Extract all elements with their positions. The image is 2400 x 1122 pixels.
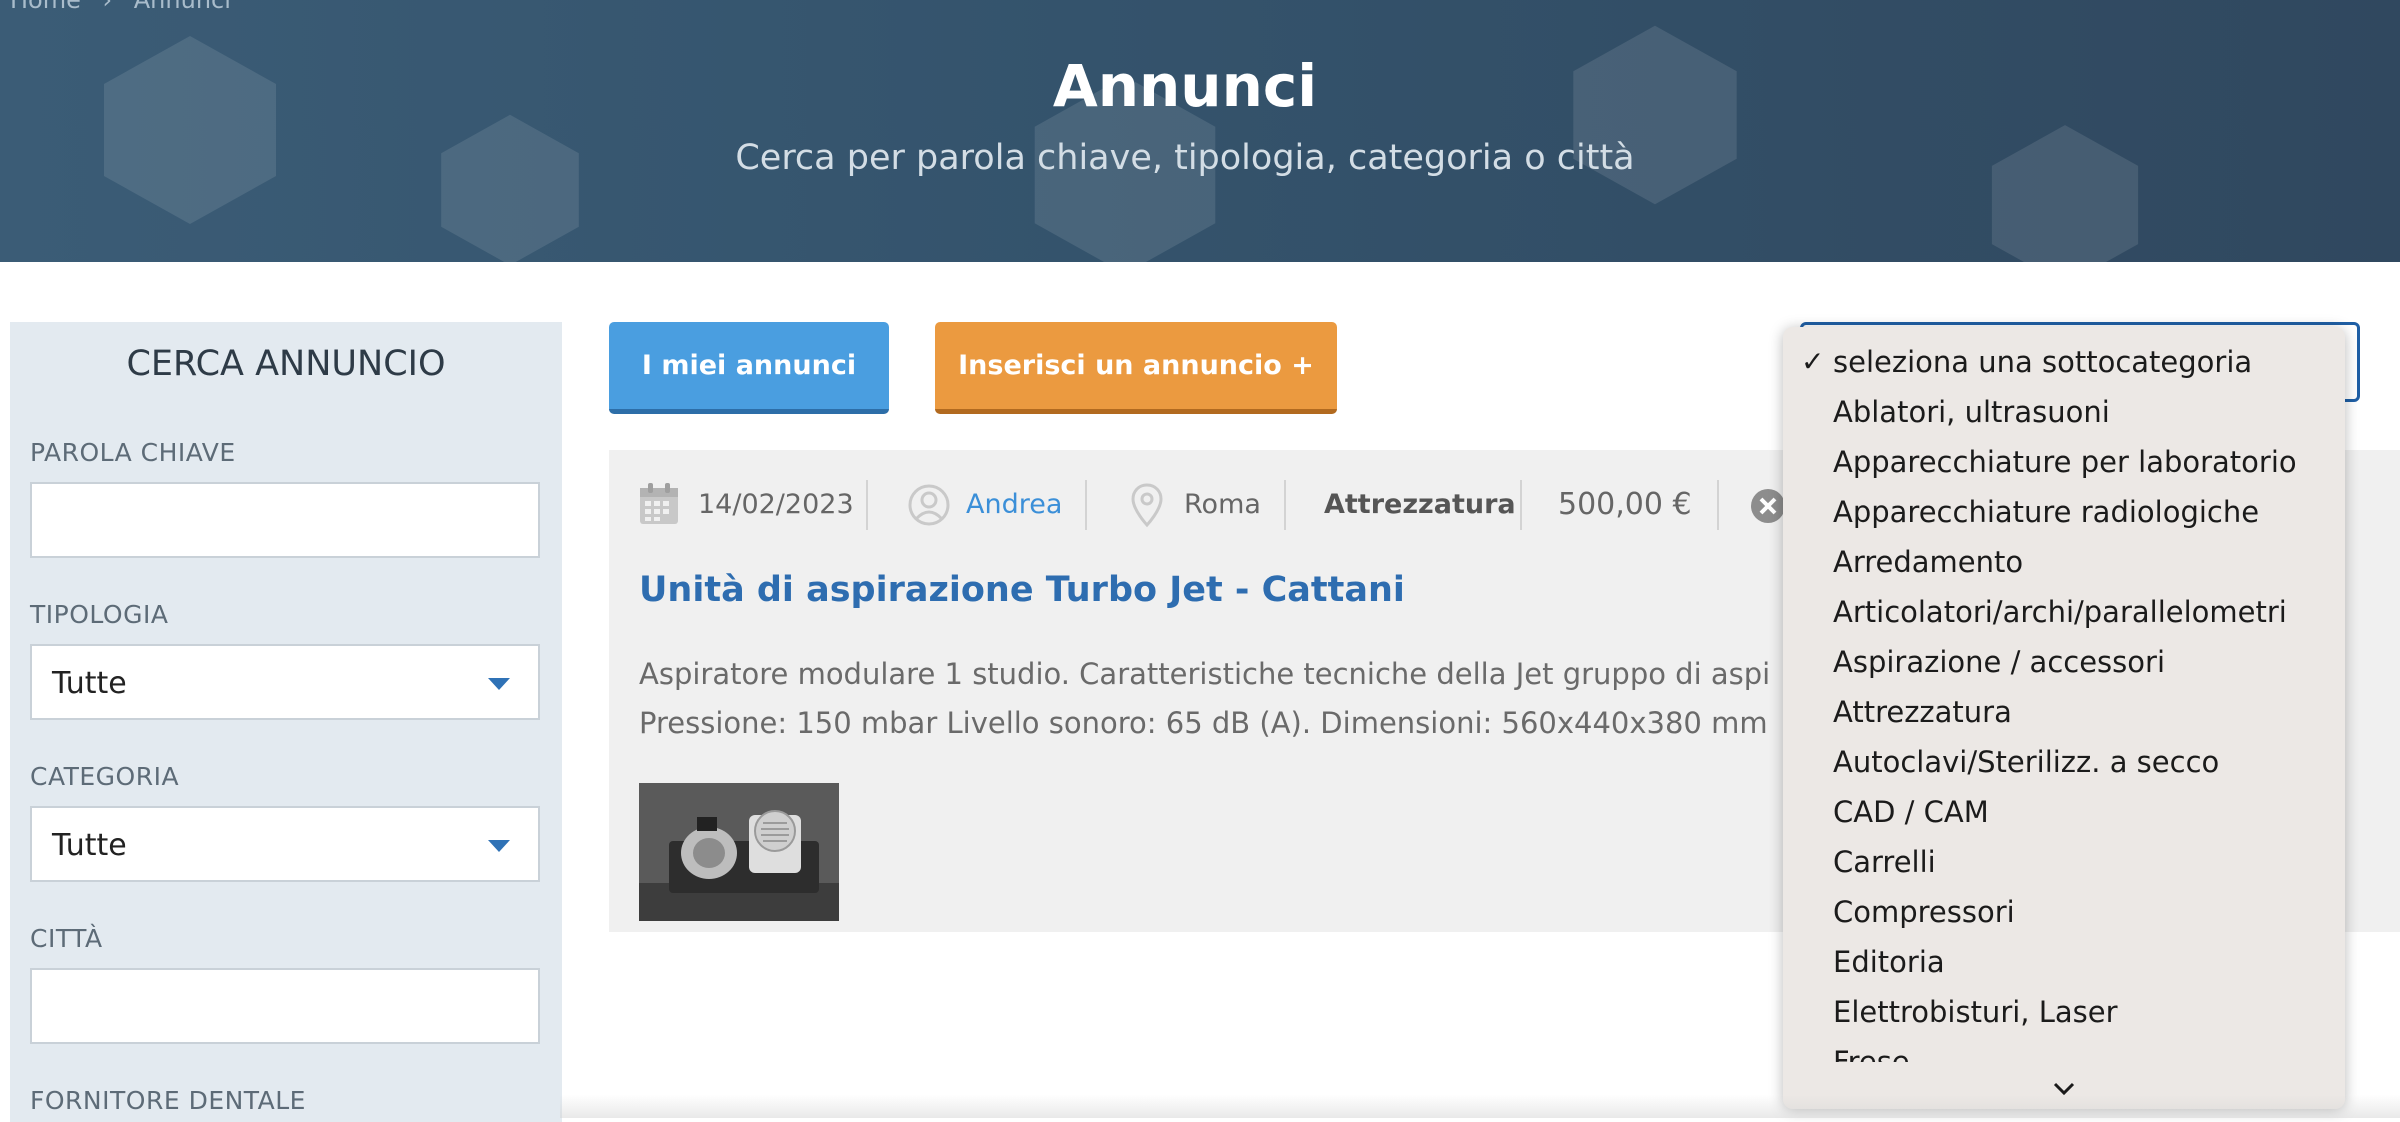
meta-divider xyxy=(1284,480,1286,530)
dropdown-option[interactable]: Attrezzatura xyxy=(1833,695,2012,729)
listing-title-link[interactable]: Unità di aspirazione Turbo Jet - Cattani xyxy=(639,570,1405,610)
page-title: Annunci xyxy=(1052,52,1318,120)
breadcrumb-home[interactable]: Home xyxy=(10,0,81,14)
listing-description: Aspiratore modulare 1 studio. Caratteris… xyxy=(639,650,1769,748)
keyword-input[interactable] xyxy=(30,482,540,558)
hexagon-decoration xyxy=(441,114,579,262)
listing-city: Roma xyxy=(1184,489,1261,520)
user-icon xyxy=(908,484,950,526)
calendar-icon xyxy=(640,483,678,524)
listing-author-link[interactable]: Andrea xyxy=(966,480,1062,530)
type-value: Tutte xyxy=(52,666,127,701)
caret-down-icon xyxy=(488,678,510,690)
dropdown-option[interactable]: Articolatori/archi/parallelometri xyxy=(1833,595,2287,629)
dropdown-option[interactable]: Compressori xyxy=(1833,895,2015,929)
breadcrumb: Home › Annunci xyxy=(10,0,245,14)
dropdown-option[interactable]: Editoria xyxy=(1833,945,1945,979)
location-pin-icon xyxy=(1131,483,1163,528)
caret-down-icon xyxy=(488,840,510,852)
dropdown-option[interactable]: Aspirazione / accessori xyxy=(1833,645,2165,679)
hero-banner: Home › Annunci Annunci Cerca per parola … xyxy=(0,0,2400,262)
dropdown-option[interactable]: Elettrobisturi, Laser xyxy=(1833,995,2118,1029)
city-input[interactable] xyxy=(30,968,540,1044)
my-ads-button[interactable]: I miei annunci xyxy=(609,322,889,414)
type-label: TIPOLOGIA xyxy=(30,600,169,629)
dropdown-option[interactable]: Carrelli xyxy=(1833,845,1936,879)
category-value: Tutte xyxy=(52,828,127,863)
dropdown-option[interactable]: Ablatori, ultrasuoni xyxy=(1833,395,2110,429)
meta-divider xyxy=(1520,480,1522,530)
insert-ad-button[interactable]: Inserisci un annuncio + xyxy=(935,322,1337,414)
meta-divider xyxy=(1717,480,1719,530)
search-sidebar: CERCA ANNUNCIO PAROLA CHIAVE TIPOLOGIA T… xyxy=(10,322,562,1122)
listing-thumbnail[interactable] xyxy=(639,783,839,921)
remove-icon[interactable] xyxy=(1750,488,1786,524)
dropdown-option[interactable]: Apparecchiature radiologiche xyxy=(1833,495,2259,529)
listing-category: Attrezzatura xyxy=(1324,489,1516,520)
meta-divider xyxy=(1085,480,1087,530)
listing-price: 500,00 € xyxy=(1558,487,1692,522)
listing-date: 14/02/2023 xyxy=(698,489,854,520)
category-label: CATEGORIA xyxy=(30,762,180,791)
category-select[interactable]: Tutte xyxy=(30,806,540,882)
dropdown-option[interactable]: Apparecchiature per laboratorio xyxy=(1833,445,2297,479)
description-line: Aspiratore modulare 1 studio. Caratteris… xyxy=(639,657,1769,691)
check-icon: ✓ xyxy=(1801,345,1825,378)
subcategory-dropdown-list[interactable]: ✓ seleziona una sottocategoria Ablatori,… xyxy=(1783,327,2345,1109)
aspirator-photo xyxy=(639,783,839,921)
dropdown-option[interactable]: Arredamento xyxy=(1833,545,2023,579)
page-bottom-shadow xyxy=(560,1095,2400,1118)
description-line: Pressione: 150 mbar Livello sonoro: 65 d… xyxy=(639,706,1768,740)
supplier-label: FORNITORE DENTALE xyxy=(30,1086,306,1115)
breadcrumb-current: Annunci xyxy=(133,0,231,14)
city-label: CITTÀ xyxy=(30,924,103,953)
keyword-label: PAROLA CHIAVE xyxy=(30,438,236,467)
dropdown-option[interactable]: Autoclavi/Sterilizz. a secco xyxy=(1833,745,2219,779)
page-subtitle: Cerca per parola chiave, tipologia, cate… xyxy=(735,138,1635,178)
dropdown-option[interactable]: seleziona una sottocategoria xyxy=(1833,345,2252,379)
meta-divider xyxy=(866,480,868,530)
type-select[interactable]: Tutte xyxy=(30,644,540,720)
breadcrumb-separator: › xyxy=(102,0,113,14)
dropdown-option[interactable]: CAD / CAM xyxy=(1833,795,1989,829)
sidebar-title: CERCA ANNUNCIO xyxy=(126,344,446,384)
